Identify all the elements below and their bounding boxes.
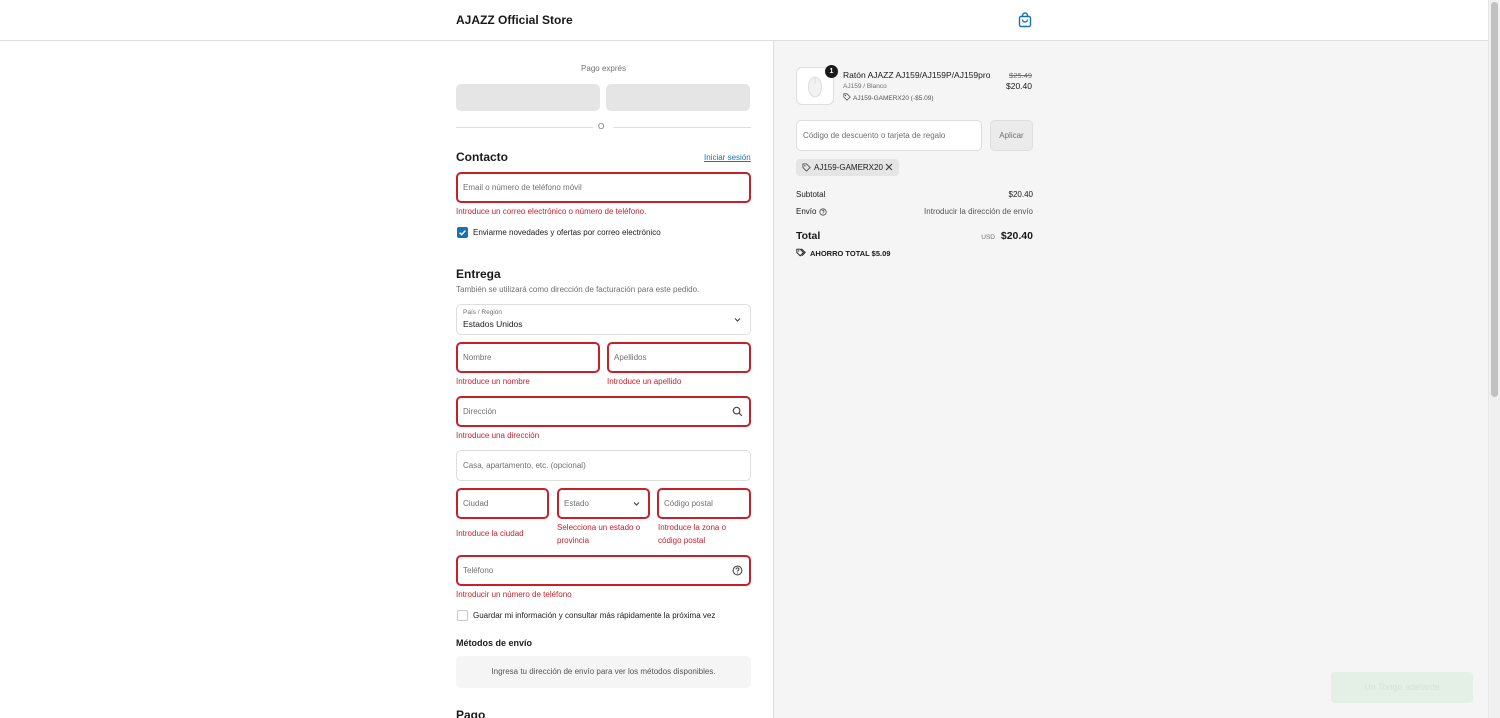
chevron-down-icon — [732, 314, 743, 325]
product-discount-text: AJ159-GAMERX20 (-$5.09) — [853, 95, 934, 102]
tag-icon — [802, 163, 811, 172]
divider-left — [456, 127, 593, 128]
product-variant: AJ159 / Blanco — [843, 83, 887, 90]
address-error: Introduce una dirección — [456, 431, 540, 440]
total-savings-text: AHORRO TOTAL $5.09 — [810, 249, 891, 258]
apartment-field[interactable]: Casa, apartamento, etc. (opcional) — [456, 450, 751, 481]
product-name: Ratón AJAZZ AJ159/AJ159P/AJ159pro — [843, 70, 991, 80]
save-info-checkbox[interactable] — [457, 610, 468, 621]
toast-text: Un Tongo adelante — [1364, 682, 1440, 692]
apply-discount-button[interactable]: Aplicar — [990, 120, 1033, 151]
apply-label: Aplicar — [999, 131, 1024, 140]
close-icon[interactable] — [885, 163, 893, 171]
tags-icon — [796, 248, 806, 257]
help-circle-icon[interactable] — [819, 208, 827, 216]
address-placeholder: Dirección — [463, 407, 497, 416]
shopping-bag-icon[interactable] — [1018, 12, 1032, 28]
page-scrollbar[interactable] — [1488, 0, 1500, 718]
subtotal-label: Subtotal — [796, 190, 826, 199]
original-price: $25.49 — [1009, 71, 1032, 80]
city-error: Introduce la ciudad — [456, 529, 524, 538]
state-placeholder: Estado — [564, 499, 589, 508]
total-savings: AHORRO TOTAL $5.09 — [796, 248, 890, 258]
contact-title: Contacto — [456, 150, 508, 164]
subtotal-value: $20.40 — [1008, 190, 1033, 199]
quantity-badge: 1 — [825, 65, 838, 78]
express-pay-button-2[interactable] — [606, 84, 750, 111]
divider-right — [613, 127, 751, 128]
check-icon — [459, 230, 466, 236]
last-name-error: Introduce un apellido — [607, 377, 682, 386]
divider-or: O — [598, 122, 605, 131]
email-error: Introduce un correo electrónico o número… — [456, 207, 647, 216]
shipping-methods-placeholder: Ingresa tu dirección de envío para ver l… — [491, 667, 716, 676]
state-select[interactable]: Estado — [557, 488, 650, 519]
shipping-value: Introducir la dirección de envío — [924, 207, 1033, 216]
shipping-methods-box: Ingresa tu dirección de envío para ver l… — [456, 656, 751, 688]
store-name[interactable]: AJAZZ Official Store — [456, 13, 573, 27]
tag-icon — [843, 93, 851, 101]
discount-code-input[interactable]: Código de descuento o tarjeta de regalo — [796, 120, 982, 151]
phone-field[interactable]: Teléfono — [456, 555, 751, 586]
first-name-error: Introduce un nombre — [456, 377, 530, 386]
total-currency: USD — [981, 234, 995, 241]
item-price: $20.40 — [1006, 81, 1032, 91]
delivery-title: Entrega — [456, 267, 501, 281]
address-field[interactable]: Dirección — [456, 396, 751, 427]
newsletter-checkbox[interactable] — [457, 227, 468, 238]
login-link[interactable]: Iniciar sesión — [704, 153, 751, 162]
discount-placeholder: Código de descuento o tarjeta de regalo — [803, 131, 946, 140]
apartment-placeholder: Casa, apartamento, etc. (opcional) — [463, 461, 586, 470]
applied-discount-chip: AJ159-GAMERX20 — [796, 159, 899, 176]
country-value: Estados Unidos — [463, 319, 523, 329]
save-info-label: Guardar mi información y consultar más r… — [473, 611, 716, 620]
search-icon — [732, 406, 743, 417]
zip-placeholder: Código postal — [664, 499, 713, 508]
help-circle-icon[interactable] — [732, 565, 743, 576]
first-name-placeholder: Nombre — [463, 353, 492, 362]
applied-discount-code: AJ159-GAMERX20 — [814, 163, 883, 172]
payment-title: Pago — [456, 708, 486, 718]
last-name-field[interactable]: Apellidos — [607, 342, 751, 373]
phone-error: Introducir un número de teléfono — [456, 590, 572, 599]
express-checkout-title: Pago exprés — [581, 64, 626, 73]
country-select[interactable]: País / Región Estados Unidos — [456, 304, 751, 335]
state-error: Selecciona un estado o provincia — [557, 523, 641, 545]
country-label: País / Región — [463, 309, 503, 316]
delivery-helper: También se utilizará como dirección de f… — [456, 285, 700, 294]
shipping-methods-title: Métodos de envío — [456, 638, 533, 648]
city-placeholder: Ciudad — [463, 499, 489, 508]
city-field[interactable]: Ciudad — [456, 488, 549, 519]
toast-notification[interactable]: Un Tongo adelante — [1331, 672, 1473, 703]
email-field[interactable]: Email o número de teléfono móvil — [456, 172, 751, 203]
first-name-field[interactable]: Nombre — [456, 342, 600, 373]
phone-placeholder: Teléfono — [463, 566, 494, 575]
total-value: $20.40 — [1000, 230, 1033, 242]
shipping-label: Envío — [796, 207, 817, 216]
site-header: AJAZZ Official Store — [0, 0, 1488, 41]
email-placeholder: Email o número de teléfono móvil — [463, 183, 582, 192]
last-name-placeholder: Apellidos — [614, 353, 647, 362]
scrollbar-thumb[interactable] — [1491, 2, 1498, 397]
chevron-down-icon — [631, 498, 642, 509]
express-pay-button-1[interactable] — [456, 84, 600, 111]
newsletter-label: Enviarme novedades y ofertas por correo … — [473, 228, 661, 237]
total-label: Total — [796, 230, 821, 242]
zip-error: Introduce la zona o código postal — [658, 523, 727, 545]
zip-field[interactable]: Código postal — [657, 488, 751, 519]
product-discount-line: AJ159-GAMERX20 (-$5.09) — [843, 93, 934, 102]
